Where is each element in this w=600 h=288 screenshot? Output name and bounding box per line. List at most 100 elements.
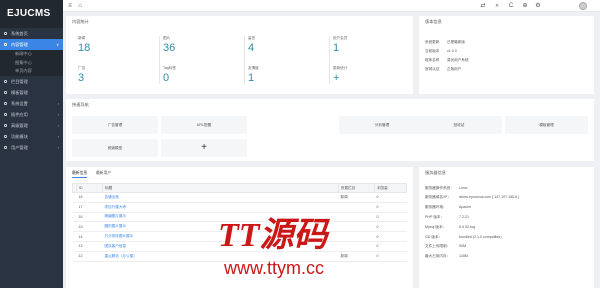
server-key: PHP 版本： bbox=[425, 214, 445, 219]
stat-news[interactable]: 新闻 18 bbox=[76, 36, 128, 61]
stat-value: 0 bbox=[163, 72, 170, 84]
col-header-title: 标题 bbox=[102, 183, 339, 193]
sidebar-item[interactable]: 用户管理 › bbox=[0, 142, 63, 153]
server-value: bundled (2.1.0 compatible) bbox=[459, 234, 502, 239]
version-value: 已是最新版 bbox=[447, 40, 465, 44]
quick-link[interactable]: 频道模型 bbox=[72, 139, 158, 157]
stat-label: 留言 bbox=[248, 36, 256, 40]
server-row: 服务器域名/IP： demo.eyoucms.com [ 147.107.165.… bbox=[419, 193, 594, 203]
sidebar-item[interactable]: 栏目管理 bbox=[0, 76, 63, 87]
row-id: 18 bbox=[76, 192, 103, 203]
row-id: 17 bbox=[76, 202, 103, 213]
stat-value: 1 bbox=[333, 42, 340, 54]
watermark: TT源码 www.ttym.cc bbox=[218, 217, 331, 278]
sidebar-item[interactable]: 模板管理 bbox=[0, 87, 63, 98]
menu-icon bbox=[4, 79, 7, 83]
globe-icon[interactable]: ⊕ bbox=[521, 0, 529, 12]
row-id: 13 bbox=[76, 241, 103, 252]
chevron-icon: › bbox=[57, 111, 59, 117]
stat-label: 新闻 bbox=[78, 36, 86, 40]
server-value: 50M bbox=[459, 244, 466, 249]
server-row: 文件上传限制： 50M bbox=[419, 242, 594, 252]
server-value: Apache bbox=[459, 205, 472, 210]
server-value: demo.eyoucms.com [ 147.107.165.8 ] bbox=[459, 195, 520, 200]
row-views: 0 bbox=[374, 192, 407, 203]
stat-label: 用户会员 bbox=[333, 36, 348, 40]
server-key: 服务器环境： bbox=[425, 205, 447, 210]
version-row: 系统更新 已是最新版 bbox=[419, 38, 594, 47]
version-row: 官网认证 正版用户 bbox=[419, 65, 594, 74]
version-value: 正版用户 bbox=[447, 67, 462, 71]
stat-value: 1 bbox=[248, 72, 255, 84]
server-value: 7.2.21 bbox=[459, 214, 469, 219]
quick-link[interactable]: 回收站 bbox=[416, 116, 502, 134]
stats-card: 内容统计 新闻 18 图片 36 留言 4 用户会员 1 广告 3 Tag标签 … bbox=[66, 16, 413, 94]
stat-value: 18 bbox=[78, 42, 91, 54]
stat-label: 友情链 bbox=[248, 66, 259, 70]
server-key: 服务器操作系统： bbox=[425, 185, 454, 190]
row-title-link[interactable]: 告通出席 bbox=[102, 192, 339, 203]
sidebar-item[interactable]: 功能模块 › bbox=[0, 131, 63, 142]
stat-label: 广告 bbox=[78, 66, 86, 70]
sidebar-item-label: 新闻中心 bbox=[15, 51, 32, 56]
settings-icon[interactable]: ⚙ bbox=[534, 0, 542, 12]
swap-icon[interactable]: ⇄ bbox=[479, 0, 487, 12]
tab-latest-info[interactable]: 最新信息 bbox=[72, 169, 88, 178]
stat-value: 3 bbox=[78, 72, 85, 84]
row-id: 15 bbox=[76, 221, 103, 233]
row-id: 12 bbox=[76, 251, 103, 262]
quick-link[interactable]: URL配置 bbox=[161, 116, 247, 134]
sidebar-item[interactable]: 图集中心 bbox=[0, 58, 63, 67]
quick-link[interactable]: 模板管理 bbox=[505, 116, 588, 134]
server-row: 服务器环境： Apache bbox=[419, 203, 594, 213]
sidebar-item[interactable]: 系统设置 › bbox=[0, 98, 63, 109]
sidebar-item[interactable]: 单页内容 bbox=[0, 67, 63, 76]
version-row: 程序名称 易优用户系统 bbox=[419, 56, 594, 65]
sidebar-item-label: 系统设置 bbox=[11, 100, 28, 106]
home-icon[interactable]: ⌂ bbox=[76, 0, 84, 12]
sidebar-item-label: 高级管理 bbox=[11, 122, 28, 128]
menu-icon bbox=[4, 112, 7, 116]
sidebar-item[interactable]: 高级管理 › bbox=[0, 120, 63, 131]
sidebar-item[interactable]: 系统首页 bbox=[0, 28, 63, 39]
avatar[interactable] bbox=[579, 2, 587, 10]
refresh-icon[interactable]: C bbox=[507, 0, 515, 12]
server-row: Mysql 版本： 5.5.52-log bbox=[419, 222, 594, 232]
quick-link[interactable]: 广告管理 bbox=[72, 116, 158, 134]
sidebar-item-label: 功能模块 bbox=[11, 133, 28, 139]
server-value: 5.5.52-log bbox=[459, 224, 475, 229]
row-views: 0 bbox=[374, 212, 407, 223]
version-value: 易优用户系统 bbox=[447, 58, 469, 62]
row-views: 0 bbox=[374, 221, 407, 233]
menu-toggle-icon[interactable]: ≡ bbox=[66, 0, 74, 12]
stat-ads[interactable]: 广告 3 bbox=[76, 66, 128, 91]
quick-link[interactable]: 分析管理 bbox=[339, 116, 425, 134]
divider bbox=[329, 36, 330, 84]
stat-add[interactable]: 更新统计 + bbox=[331, 66, 383, 91]
sidebar-item[interactable]: 内容管理 ∨ bbox=[0, 39, 63, 50]
server-key: 文件上传限制： bbox=[425, 244, 451, 249]
server-card: 服务器信息 服务器操作系统： Linux 服务器域名/IP： demo.eyoucms… bbox=[419, 167, 594, 288]
logo: EJUCMS bbox=[0, 0, 63, 28]
server-key: 服务器域名/IP： bbox=[425, 195, 451, 200]
table-row: 18 告通出席 新闻 0 bbox=[72, 192, 407, 203]
forward-icon[interactable]: » bbox=[493, 0, 501, 12]
server-title: 服务器信息 bbox=[425, 170, 446, 175]
stat-links[interactable]: 友情链 1 bbox=[246, 66, 298, 91]
sidebar-item[interactable]: 新闻中心 bbox=[0, 50, 63, 59]
server-row: 服务器操作系统： Linux bbox=[419, 183, 594, 193]
add-quick-link-button[interactable]: + bbox=[161, 139, 247, 157]
tab-latest-users[interactable]: 最新用户 bbox=[96, 169, 111, 177]
stat-messages[interactable]: 留言 4 bbox=[246, 36, 298, 61]
quick-link[interactable] bbox=[250, 116, 336, 134]
stat-tags[interactable]: Tag标签 0 bbox=[161, 66, 213, 91]
sidebar-item[interactable]: 插件应用 › bbox=[0, 109, 63, 120]
stat-members[interactable]: 用户会员 1 bbox=[331, 36, 383, 61]
row-column: 新闻 bbox=[338, 192, 375, 203]
menu-icon bbox=[4, 90, 7, 94]
server-value: Linux bbox=[459, 185, 468, 190]
stat-images[interactable]: 图片 36 bbox=[161, 36, 213, 61]
version-value: v1.0.0 bbox=[447, 49, 457, 53]
server-row: PHP 版本： 7.2.21 bbox=[419, 212, 594, 222]
sidebar-item-label: 用户管理 bbox=[11, 144, 28, 150]
